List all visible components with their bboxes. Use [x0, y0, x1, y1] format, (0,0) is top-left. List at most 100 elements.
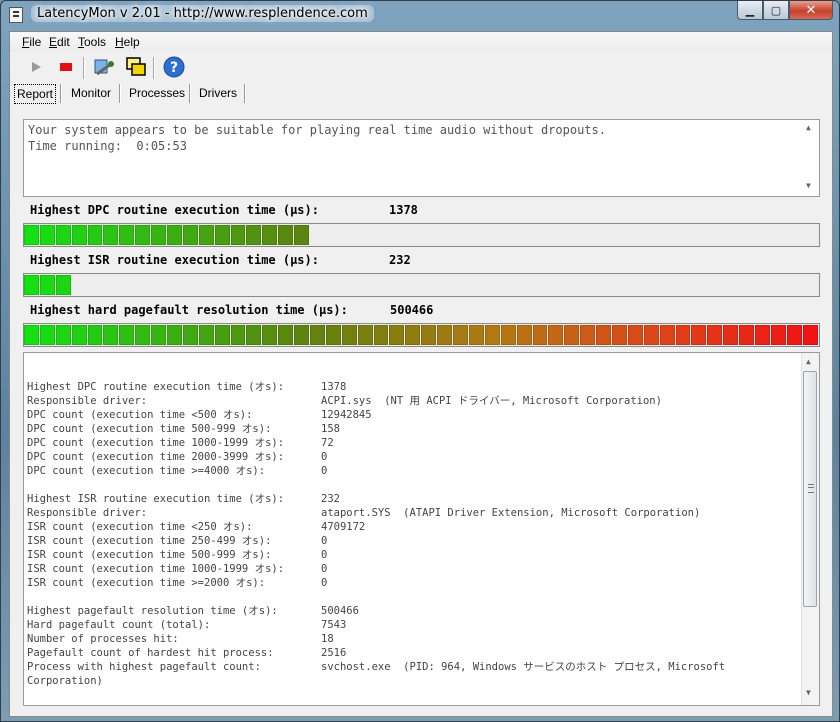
status-message-box[interactable]: Your system appears to be suitable for p… — [23, 119, 820, 197]
bar-segment — [135, 225, 151, 245]
report-line-label: Highest pagefault resolution time (オs): — [27, 605, 278, 617]
tab-separator — [60, 84, 62, 103]
bar-segment — [39, 275, 55, 295]
scroll-up-icon[interactable]: ▲ — [806, 357, 811, 366]
bar-segment — [39, 325, 55, 345]
bar-segment — [500, 325, 516, 345]
report-line-label: ISR count (execution time 500-999 オs): — [27, 549, 272, 561]
close-icon: ✕ — [805, 2, 817, 18]
bar-segment — [675, 325, 691, 345]
title-bar[interactable]: LatencyMon v 2.01 - http://www.resplende… — [1, 1, 839, 29]
status-scrollbar[interactable]: ▲ ▼ — [802, 121, 818, 195]
report-line-label: DPC count (execution time <500 オs): — [27, 409, 253, 421]
close-button[interactable]: ✕ — [789, 1, 833, 20]
stop-button[interactable] — [54, 55, 78, 79]
tools-button[interactable] — [91, 55, 115, 79]
bar-segment — [453, 325, 468, 345]
bar-segment — [214, 325, 230, 345]
bar-segment — [119, 225, 135, 245]
bar-segment — [691, 325, 707, 345]
menu-tools[interactable]: Tools — [78, 35, 106, 49]
report-line-value: 7543 — [321, 619, 347, 631]
report-line-label: DPC count (execution time 1000-1999 オs): — [27, 437, 285, 449]
report-line-value: 2516 — [321, 647, 347, 659]
bar-segment — [754, 325, 770, 345]
maximize-button[interactable]: ▢ — [763, 1, 789, 20]
bar-segment — [198, 225, 214, 245]
tab-processes[interactable]: Processes — [129, 84, 185, 102]
tab-drivers[interactable]: Drivers — [199, 84, 237, 102]
start-button[interactable] — [24, 55, 48, 79]
report-text-area[interactable]: Highest DPC routine execution time (オs):… — [23, 352, 820, 706]
scroll-up-icon[interactable]: ▲ — [806, 123, 811, 132]
bar-segment — [564, 325, 580, 345]
help-button[interactable]: ? — [162, 55, 186, 79]
tab-monitor[interactable]: Monitor — [71, 84, 111, 102]
tab-report[interactable]: Report — [14, 84, 57, 104]
bar-segment — [516, 325, 532, 345]
tab-bar: Report Monitor Processes Drivers — [10, 82, 832, 104]
bar-segment — [421, 325, 437, 345]
report-scrollbar[interactable]: ▲ ▼ — [801, 353, 819, 705]
bar-segment — [55, 225, 71, 245]
bar-segment — [341, 325, 357, 345]
report-line-value: 0 — [321, 563, 328, 575]
play-icon — [32, 62, 41, 72]
bar-segment — [596, 325, 611, 345]
report-line-value: svchost.exe (PID: 964, Windows サービスのホスト … — [321, 661, 726, 673]
menu-help[interactable]: Help — [115, 35, 140, 49]
windows-icon — [126, 57, 146, 76]
help-icon: ? — [163, 56, 185, 78]
bar-segment — [627, 325, 643, 345]
report-line-value: 0 — [321, 451, 328, 463]
report-line-value: 0 — [321, 549, 328, 561]
bar-segment — [484, 325, 500, 345]
report-line-label: Responsible driver: — [27, 395, 148, 407]
report-line-value: 0 — [321, 577, 328, 589]
scroll-down-icon[interactable]: ▼ — [806, 688, 811, 697]
report-line-value: 0 — [321, 535, 328, 547]
bar-segment — [739, 325, 754, 345]
report-line-label: Corporation) — [27, 675, 103, 687]
window-title: LatencyMon v 2.01 - http://www.resplende… — [31, 5, 374, 22]
bar-segment — [611, 325, 627, 345]
bar-segment — [357, 325, 373, 345]
latencymon-window: LatencyMon v 2.01 - http://www.resplende… — [0, 0, 840, 722]
bar-segment — [802, 325, 818, 345]
report-line-label: ISR count (execution time 250-499 オs): — [27, 535, 272, 547]
report-line-label: ISR count (execution time 1000-1999 オs): — [27, 563, 285, 575]
status-verdict: Your system appears to be suitable for p… — [28, 123, 606, 137]
menu-edit[interactable]: Edit — [49, 35, 70, 49]
report-line-value: ataport.SYS (ATAPI Driver Extension, Mic… — [321, 507, 701, 519]
toolbar: ? — [10, 53, 832, 83]
isr-bar — [23, 273, 820, 297]
report-line-value: 232 — [321, 493, 340, 505]
windows-button[interactable] — [124, 55, 148, 79]
report-line-label: Highest DPC routine execution time (オs): — [27, 381, 285, 393]
report-line-value: 18 — [321, 633, 334, 645]
dpc-bar-fill — [24, 224, 310, 246]
pagefault-bar — [23, 323, 820, 347]
wrench-icon — [94, 59, 114, 76]
toolbar-separator — [153, 57, 155, 79]
app-icon[interactable] — [9, 7, 23, 23]
minimize-button[interactable]: ▁ — [737, 1, 763, 20]
bar-segment — [182, 225, 198, 245]
bar-segment — [405, 325, 421, 345]
bar-segment — [119, 325, 135, 345]
tab-separator — [189, 84, 191, 103]
pagefault-metric-label: Highest hard pagefault resolution time (… — [30, 303, 348, 317]
isr-metric-label: Highest ISR routine execution time (µs): — [30, 253, 319, 267]
pagefault-metric-value: 500466 — [390, 303, 434, 317]
report-line-label: DPC count (execution time 500-999 オs): — [27, 423, 272, 435]
menu-file[interactable]: File — [22, 35, 41, 49]
scroll-down-icon[interactable]: ▼ — [806, 181, 811, 190]
bar-segment — [55, 275, 71, 295]
report-line-value: 158 — [321, 423, 340, 435]
bar-segment — [24, 325, 39, 345]
bar-segment — [278, 225, 294, 245]
report-line-value: 72 — [321, 437, 334, 449]
scroll-thumb[interactable] — [803, 371, 817, 607]
report-line-value: ACPI.sys (NT 用 ACPI ドライバー, Microsoft Cor… — [321, 395, 662, 407]
bar-segment — [246, 225, 262, 245]
